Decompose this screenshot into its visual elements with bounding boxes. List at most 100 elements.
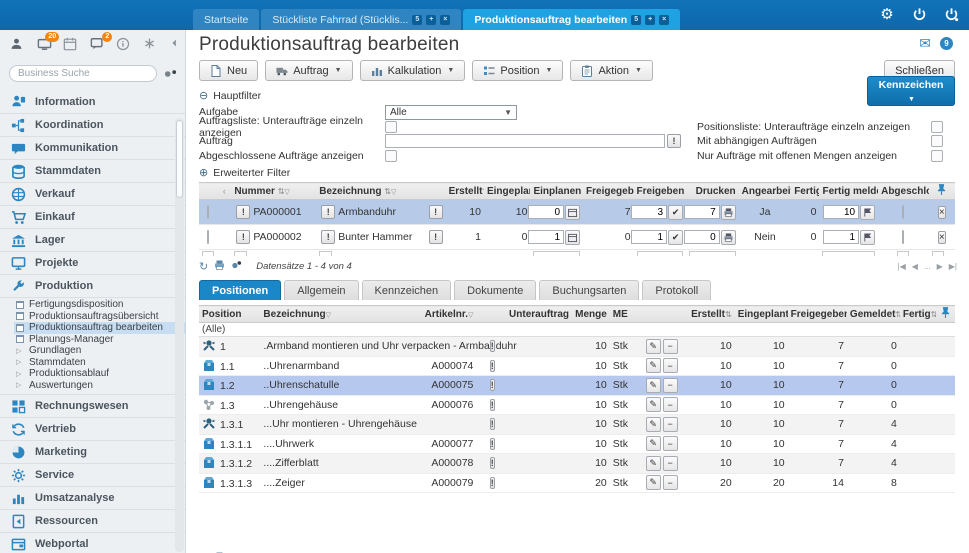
abgeschlossen-checkbox[interactable]: [902, 205, 904, 219]
einplanen-calendar-button[interactable]: [565, 230, 580, 245]
drucken-input[interactable]: [684, 230, 720, 244]
sidebar-subitem-produktionsablauf[interactable]: ▷ Produktionsablauf: [14, 368, 185, 380]
collapse-position-button[interactable]: −: [663, 417, 678, 432]
sidebar-item-information[interactable]: Information: [0, 90, 185, 113]
edit-position-button[interactable]: ✎: [646, 378, 661, 393]
position-row-1.3.1.2[interactable]: 1.3.1.2....ZifferblattA000078!10Stk✎−101…: [199, 454, 955, 474]
logoff-icon[interactable]: [943, 7, 959, 23]
business-search-input[interactable]: [9, 65, 157, 82]
edit-position-button[interactable]: ✎: [646, 358, 661, 373]
col-erstellt[interactable]: Erstellt⇅: [686, 306, 735, 323]
nummer-lookup-button[interactable]: !: [236, 230, 250, 244]
collapse-position-button[interactable]: −: [663, 397, 678, 412]
col-freigegeben[interactable]: Freigegeben: [788, 306, 847, 323]
col-artikelnr[interactable]: Artikelnr.▽: [417, 306, 476, 323]
edit-position-button[interactable]: ✎: [646, 436, 661, 451]
bezeichnung-lookup-button[interactable]: !: [321, 230, 335, 244]
collapse-position-button[interactable]: −: [663, 339, 678, 354]
drucken-printer-button[interactable]: [721, 230, 736, 245]
sidebar-item-einkauf[interactable]: Einkauf: [0, 205, 185, 228]
sidebar-item-koordination[interactable]: Koordination: [0, 113, 185, 136]
col-einplanen[interactable]: Einplanen: [530, 183, 583, 200]
tab-restore-icon[interactable]: +: [645, 15, 655, 25]
abgeschlossene-checkbox[interactable]: [385, 150, 397, 162]
position-row-1.3.1.3[interactable]: 1.3.1.3....ZeigerA000079!20Stk✎−2020148: [199, 473, 955, 493]
first-page-icon[interactable]: |◀: [898, 262, 906, 271]
col-menge[interactable]: Menge: [572, 306, 610, 323]
tab-kennzeichen[interactable]: Kennzeichen: [362, 280, 452, 300]
calendar-icon[interactable]: [63, 37, 79, 52]
tab-startseite[interactable]: Startseite: [193, 9, 259, 30]
aufgabe-select[interactable]: Alle▼: [385, 105, 517, 120]
sidebar-item-kommunikation[interactable]: Kommunikation: [0, 136, 185, 159]
abgeschlossen-checkbox[interactable]: [902, 230, 904, 244]
col-fertig-melden[interactable]: Fertig melde⇅: [819, 183, 878, 200]
collapse-position-button[interactable]: −: [663, 378, 678, 393]
refresh-icon[interactable]: ↻: [199, 260, 208, 273]
tab-buchungsarten[interactable]: Buchungsarten: [539, 280, 639, 300]
fertig-melden-input[interactable]: [823, 230, 859, 244]
col-erstellt[interactable]: Erstellt⇅: [446, 183, 484, 200]
einplanen-input[interactable]: [528, 230, 564, 244]
unterauftrag-lookup-button[interactable]: !: [490, 340, 495, 352]
drucken-printer-button[interactable]: [721, 205, 736, 220]
bezeichnung-lookup-button[interactable]: !: [321, 205, 335, 219]
kennzeichen-button[interactable]: Kennzeichen ▼: [867, 76, 955, 106]
sidebar-item-service[interactable]: Service: [0, 463, 185, 486]
tab-close-icon[interactable]: ×: [440, 15, 450, 25]
unterauftrag-lookup-button[interactable]: !: [490, 457, 495, 469]
power-icon[interactable]: [911, 7, 927, 23]
sidebar-item-stammdaten[interactable]: Stammdaten: [0, 159, 185, 182]
col-drucken[interactable]: Drucken: [686, 183, 739, 200]
unterauftrag-lookup-button[interactable]: !: [490, 399, 495, 411]
tab-positionen[interactable]: Positionen: [199, 280, 281, 300]
einplanen-input[interactable]: [528, 205, 564, 219]
col-freigeben[interactable]: Freigeben: [634, 183, 687, 200]
fertig-melden-flag-button[interactable]: [860, 230, 875, 245]
asterisk-icon[interactable]: [143, 37, 159, 52]
mail-icon[interactable]: ✉: [919, 36, 931, 50]
detail-button[interactable]: !: [429, 205, 443, 219]
sidebar-subitem-auswertungen[interactable]: ▷ Auswertungen: [14, 380, 185, 392]
col-unterauftrag[interactable]: Unterauftrag: [506, 306, 572, 323]
order-row-pa000002[interactable]: !PA000002 !Bunter Hammer! 1 0 0 ✔ Nein 0…: [199, 225, 955, 250]
tab-allgemein[interactable]: Allgemein: [284, 280, 358, 300]
fertig-melden-input[interactable]: [823, 205, 859, 219]
col-fertig[interactable]: Fertig⇅: [900, 306, 936, 323]
export-icon[interactable]: [231, 260, 242, 273]
sidebar-item-umsatzanalyse[interactable]: Umsatzanalyse: [0, 486, 185, 509]
sidebar-item-projekte[interactable]: Projekte: [0, 251, 185, 274]
freigeben-confirm-button[interactable]: ✔: [668, 230, 683, 245]
row-select-checkbox[interactable]: [207, 230, 209, 244]
col-me[interactable]: ME: [610, 306, 638, 323]
hauptfilter-section-header[interactable]: ⊖ Hauptfilter: [199, 90, 957, 102]
neu-button[interactable]: Neu: [199, 60, 258, 81]
position-button[interactable]: Position▼: [472, 60, 563, 81]
drucken-input[interactable]: [684, 205, 720, 219]
last-page-icon[interactable]: ▶|: [949, 262, 957, 271]
position-row-1.3[interactable]: 1.3..UhrengehäuseA000076!10Stk✎−101070: [199, 395, 955, 415]
info-icon[interactable]: [116, 37, 132, 52]
tab-close-icon[interactable]: ×: [659, 15, 669, 25]
settings-gear-icon[interactable]: ⚙: [879, 7, 895, 23]
col-eingeplant[interactable]: Eingeplant⇅: [735, 306, 788, 323]
sidebar-subitem-produktionsauftrag-bearbeiten[interactable]: Produktionsauftrag bearbeiten: [14, 322, 185, 334]
messages-icon[interactable]: 2: [90, 37, 106, 52]
collapse-circle-icon[interactable]: ⊖: [199, 91, 208, 102]
sidebar-item-vertrieb[interactable]: Vertrieb: [0, 417, 185, 440]
freigeben-confirm-button[interactable]: ✔: [668, 205, 683, 220]
freigeben-input[interactable]: [631, 230, 667, 244]
tab-protokoll[interactable]: Protokoll: [642, 280, 711, 300]
col-gemeldet[interactable]: Gemeldet⇅: [847, 306, 900, 323]
edit-position-button[interactable]: ✎: [646, 456, 661, 471]
sidebar-subitem-produktionsauftragsuebersicht[interactable]: Produktionsauftragsübersicht: [14, 311, 185, 323]
unterauftrag-lookup-button[interactable]: !: [490, 360, 495, 372]
select-all-header[interactable]: [199, 183, 217, 200]
pin-columns-icon[interactable]: [929, 183, 955, 200]
position-row-1.2[interactable]: 1.2..UhrenschatulleA000075!10Stk✎−101070: [199, 376, 955, 396]
col-angearbeitet[interactable]: Angearbeitet⇅: [739, 183, 792, 200]
col-nummer[interactable]: Nummer ⇅▽: [231, 183, 316, 200]
positions-filter-row[interactable]: (Alle): [199, 323, 955, 337]
collapse-position-button[interactable]: −: [663, 475, 678, 490]
position-row-1[interactable]: 1.Armband montieren und Uhr verpacken - …: [199, 337, 955, 357]
